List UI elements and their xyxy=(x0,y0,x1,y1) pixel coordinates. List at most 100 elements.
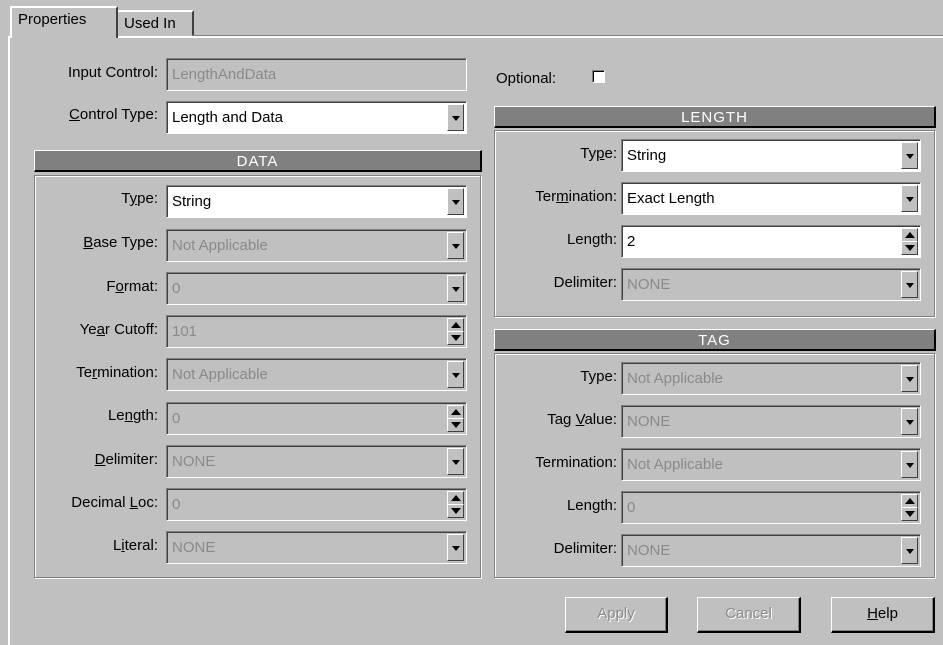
help-button-label: elp xyxy=(877,605,898,622)
control-type-dropdown-button[interactable] xyxy=(447,104,464,131)
length-type-label: Type: xyxy=(580,145,617,162)
tag-delimiter-select[interactable]: NONE xyxy=(621,534,921,567)
decimal-loc-up-arrow-icon[interactable] xyxy=(447,491,464,505)
tag-value-value: NONE xyxy=(627,413,671,430)
data-termination-value: Not Applicable xyxy=(172,366,268,383)
length-header: LENGTH xyxy=(494,106,936,128)
decimal-loc-value: 0 xyxy=(172,496,181,513)
data-length-label: Length: xyxy=(107,407,158,424)
tag-termination-dropdown-button[interactable] xyxy=(901,451,918,478)
data-type-value: String xyxy=(172,193,212,210)
tag-delimiter-label: Delimiter: xyxy=(553,540,617,557)
tag-type-label: Type: xyxy=(580,368,617,385)
apply-button-label: Apply xyxy=(597,605,635,622)
literal-value: NONE xyxy=(172,539,216,556)
apply-button[interactable]: Apply xyxy=(565,597,668,633)
data-length-up-arrow-icon[interactable] xyxy=(447,405,464,419)
length-delimiter-select[interactable]: NONE xyxy=(621,268,921,301)
format-value: 0 xyxy=(172,280,181,297)
cancel-button[interactable]: Cancel xyxy=(697,597,801,633)
decimal-loc-spinner[interactable]: 0 xyxy=(166,488,467,521)
length-type-select[interactable]: String xyxy=(621,139,921,172)
data-delimiter-select[interactable]: NONE xyxy=(166,445,467,478)
tag-type-value: Not Applicable xyxy=(627,370,723,387)
data-termination-dropdown-button[interactable] xyxy=(447,361,464,388)
data-delimiter-dropdown-button[interactable] xyxy=(447,448,464,475)
length-delimiter-dropdown-button[interactable] xyxy=(901,271,918,298)
tab-properties[interactable]: Properties xyxy=(10,6,118,38)
data-header: DATA xyxy=(34,150,482,172)
literal-select[interactable]: NONE xyxy=(166,531,467,564)
control-type-label: Control Type: xyxy=(69,106,158,123)
length-termination-dropdown-button[interactable] xyxy=(901,185,918,212)
tag-value-dropdown-button[interactable] xyxy=(901,408,918,435)
length-termination-value: Exact Length xyxy=(627,190,715,207)
control-type-value: Length and Data xyxy=(172,109,283,126)
tab-used-in[interactable]: Used In xyxy=(116,10,194,36)
format-label: Format: xyxy=(106,278,158,295)
tag-header: TAG xyxy=(494,329,936,351)
length-delimiter-label: Delimiter: xyxy=(553,274,617,291)
data-length-down-arrow-icon[interactable] xyxy=(447,418,464,432)
data-length-spinner[interactable]: 0 xyxy=(166,402,467,435)
data-length-value: 0 xyxy=(172,410,181,427)
year-cutoff-up-arrow-icon[interactable] xyxy=(447,318,464,332)
tag-termination-label: Termination: xyxy=(535,454,617,471)
base-type-label: Base Type: xyxy=(83,234,158,251)
data-type-select[interactable]: String xyxy=(166,185,467,218)
length-termination-label: Termination: xyxy=(535,188,617,205)
year-cutoff-value: 101 xyxy=(172,323,198,340)
tag-value-label: Tag Value: xyxy=(547,411,617,428)
cancel-button-label: Cancel xyxy=(725,605,772,622)
decimal-loc-down-arrow-icon[interactable] xyxy=(447,504,464,518)
optional-checkbox[interactable] xyxy=(592,70,605,83)
input-control-value: LengthAndData xyxy=(172,66,277,83)
base-type-value: Not Applicable xyxy=(172,237,268,254)
tag-length-label: Length: xyxy=(566,497,617,514)
tag-termination-value: Not Applicable xyxy=(627,456,723,473)
length-length-spinner[interactable]: 2 xyxy=(621,225,921,258)
tag-type-select[interactable]: Not Applicable xyxy=(621,362,921,395)
tag-length-spinner[interactable]: 0 xyxy=(621,491,921,524)
data-delimiter-label: Delimiter: xyxy=(94,451,158,468)
literal-label: Literal: xyxy=(112,537,158,554)
tab-used-in-label: Used In xyxy=(124,15,176,32)
base-type-select[interactable]: Not Applicable xyxy=(166,229,467,262)
literal-dropdown-button[interactable] xyxy=(447,534,464,561)
optional-label: Optional: xyxy=(496,70,557,87)
tab-strip-rule xyxy=(192,35,943,36)
year-cutoff-down-arrow-icon[interactable] xyxy=(447,331,464,345)
tag-delimiter-value: NONE xyxy=(627,542,671,559)
year-cutoff-spinner[interactable]: 101 xyxy=(166,315,467,348)
length-type-dropdown-button[interactable] xyxy=(901,142,918,169)
tag-type-dropdown-button[interactable] xyxy=(901,365,918,392)
tag-length-value: 0 xyxy=(627,499,636,516)
tab-properties-label: Properties xyxy=(18,11,87,28)
year-cutoff-label: Year Cutoff: xyxy=(79,321,158,338)
decimal-loc-label: Decimal Loc: xyxy=(71,494,158,511)
help-button[interactable]: Help xyxy=(831,597,935,633)
control-type-select[interactable]: Length and Data xyxy=(166,101,467,134)
length-length-down-arrow-icon[interactable] xyxy=(901,241,918,255)
base-type-dropdown-button[interactable] xyxy=(447,232,464,259)
tag-value-select[interactable]: NONE xyxy=(621,405,921,438)
tag-termination-select[interactable]: Not Applicable xyxy=(621,448,921,481)
tag-length-down-arrow-icon[interactable] xyxy=(901,507,918,521)
input-control-label: Input Control: xyxy=(67,64,158,81)
input-control-field: LengthAndData xyxy=(166,58,467,91)
length-length-value: 2 xyxy=(627,233,636,250)
tag-length-up-arrow-icon[interactable] xyxy=(901,494,918,508)
format-select[interactable]: 0 xyxy=(166,272,467,305)
length-termination-select[interactable]: Exact Length xyxy=(621,182,921,215)
length-type-value: String xyxy=(627,147,667,164)
data-termination-select[interactable]: Not Applicable xyxy=(166,358,467,391)
length-delimiter-value: NONE xyxy=(627,276,671,293)
length-length-up-arrow-icon[interactable] xyxy=(901,228,918,242)
format-dropdown-button[interactable] xyxy=(447,275,464,302)
data-type-dropdown-button[interactable] xyxy=(447,188,464,215)
data-termination-label: Termination: xyxy=(76,364,158,381)
length-length-label: Length: xyxy=(566,231,617,248)
data-delimiter-value: NONE xyxy=(172,453,216,470)
data-type-label: Type: xyxy=(121,190,158,207)
tag-delimiter-dropdown-button[interactable] xyxy=(901,537,918,564)
